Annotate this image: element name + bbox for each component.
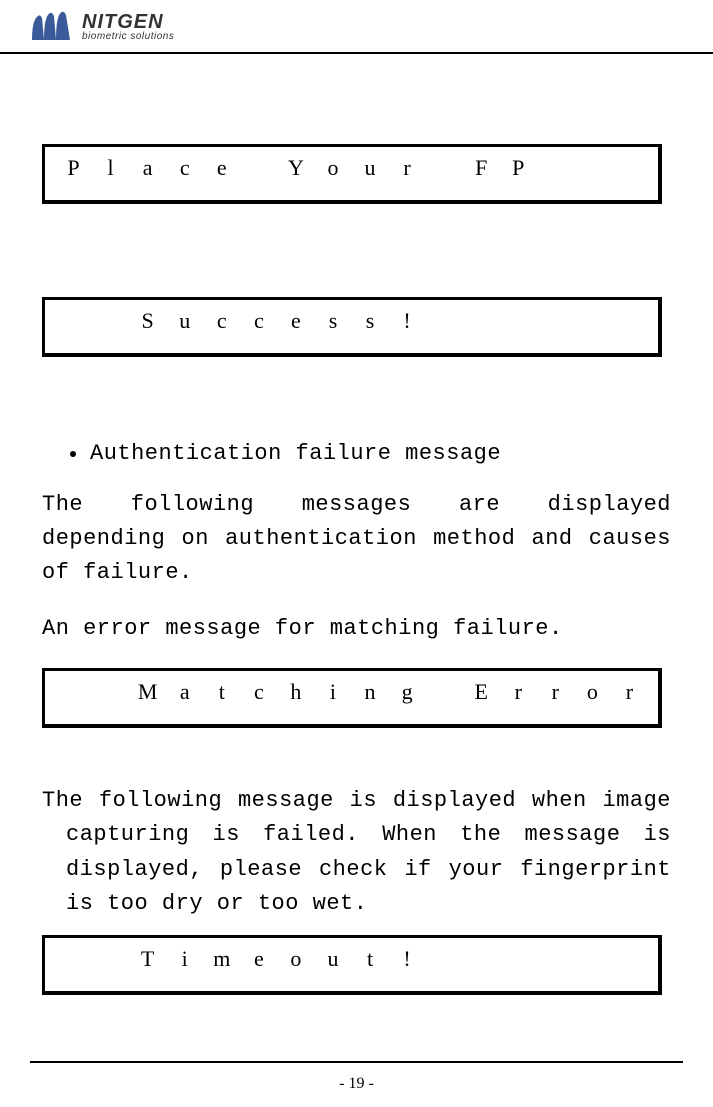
bullet-auth-failure: Authentication failure message <box>70 441 671 466</box>
lcd-cell: r <box>611 679 648 705</box>
lcd-cell <box>537 155 574 181</box>
lcd-cell <box>537 946 574 972</box>
lcd-cell <box>611 946 648 972</box>
lcd-row: P l a c e Y o u r F P <box>55 155 648 181</box>
lcd-cell: s <box>314 308 351 334</box>
lcd-cell: l <box>92 155 129 181</box>
lcd-cell <box>611 155 648 181</box>
lcd-cell: M <box>129 679 166 705</box>
lcd-cell: o <box>277 946 314 972</box>
lcd-cell: i <box>314 679 351 705</box>
lcd-cell: s <box>352 308 389 334</box>
lcd-cell <box>426 308 463 334</box>
lcd-cell <box>426 155 463 181</box>
lcd-cell <box>426 946 463 972</box>
lcd-cell <box>55 308 92 334</box>
lcd-cell: c <box>203 308 240 334</box>
lcd-cell: r <box>500 679 537 705</box>
lcd-cell <box>611 308 648 334</box>
lcd-cell <box>92 308 129 334</box>
brand-name: NITGEN <box>82 12 174 32</box>
lcd-cell: o <box>574 679 611 705</box>
lcd-cell <box>500 946 537 972</box>
page-number: - 19 - <box>0 1075 713 1093</box>
brand-tagline: biometric solutions <box>82 32 174 42</box>
lcd-cell <box>574 155 611 181</box>
lcd-row: M a t c h i n g E r r o r <box>55 679 648 705</box>
logo-icon <box>30 10 72 44</box>
logo-text: NITGEN biometric solutions <box>82 12 174 42</box>
lcd-cell: F <box>463 155 500 181</box>
page-header: NITGEN biometric solutions <box>0 0 713 54</box>
lcd-matching-error: M a t c h i n g E r r o r <box>42 668 662 728</box>
lcd-row: T i m e o u t ! <box>55 946 648 972</box>
lcd-place-your-fp: P l a c e Y o u r F P <box>42 144 662 204</box>
lcd-cell: t <box>352 946 389 972</box>
lcd-cell: r <box>389 155 426 181</box>
lcd-success: S u c c e s s ! <box>42 297 662 357</box>
lcd-cell: P <box>55 155 92 181</box>
lcd-cell: c <box>240 308 277 334</box>
lcd-cell: S <box>129 308 166 334</box>
lcd-cell: P <box>500 155 537 181</box>
lcd-cell: ! <box>389 308 426 334</box>
lcd-cell: Y <box>277 155 314 181</box>
lcd-cell: u <box>166 308 203 334</box>
lcd-cell <box>463 308 500 334</box>
lcd-cell: i <box>166 946 203 972</box>
lcd-cell: r <box>537 679 574 705</box>
lcd-cell: ! <box>389 946 426 972</box>
bullet-icon <box>70 451 76 457</box>
lcd-cell: e <box>277 308 314 334</box>
lcd-row: S u c c e s s ! <box>55 308 648 334</box>
lcd-cell: T <box>129 946 166 972</box>
lcd-cell: t <box>203 679 240 705</box>
page-content: P l a c e Y o u r F P S u c c e s <box>0 54 713 995</box>
lcd-cell <box>537 308 574 334</box>
lcd-cell: e <box>203 155 240 181</box>
lcd-cell: u <box>352 155 389 181</box>
lcd-cell: o <box>314 155 351 181</box>
paragraph-timeout-intro: The following message is displayed when … <box>42 784 671 920</box>
paragraph-auth-intro: The following messages are displayed dep… <box>42 488 671 590</box>
lcd-timeout: T i m e o u t ! <box>42 935 662 995</box>
footer-rule <box>30 1061 683 1063</box>
lcd-cell <box>92 946 129 972</box>
lcd-cell: c <box>166 155 203 181</box>
lcd-cell <box>240 155 277 181</box>
lcd-cell: e <box>240 946 277 972</box>
lcd-cell: a <box>166 679 203 705</box>
bullet-text: Authentication failure message <box>90 441 501 466</box>
lcd-cell: E <box>463 679 500 705</box>
lcd-cell: u <box>314 946 351 972</box>
lcd-cell <box>574 308 611 334</box>
lcd-cell <box>55 679 92 705</box>
lcd-cell: a <box>129 155 166 181</box>
lcd-cell <box>55 946 92 972</box>
lcd-cell: h <box>277 679 314 705</box>
lcd-cell: c <box>240 679 277 705</box>
lcd-cell <box>463 946 500 972</box>
lcd-cell <box>500 308 537 334</box>
lcd-cell: m <box>203 946 240 972</box>
lcd-cell: n <box>352 679 389 705</box>
lcd-cell <box>574 946 611 972</box>
paragraph-matching-intro: An error message for matching failure. <box>42 612 671 646</box>
lcd-cell <box>92 679 129 705</box>
lcd-cell <box>426 679 463 705</box>
lcd-cell: g <box>389 679 426 705</box>
